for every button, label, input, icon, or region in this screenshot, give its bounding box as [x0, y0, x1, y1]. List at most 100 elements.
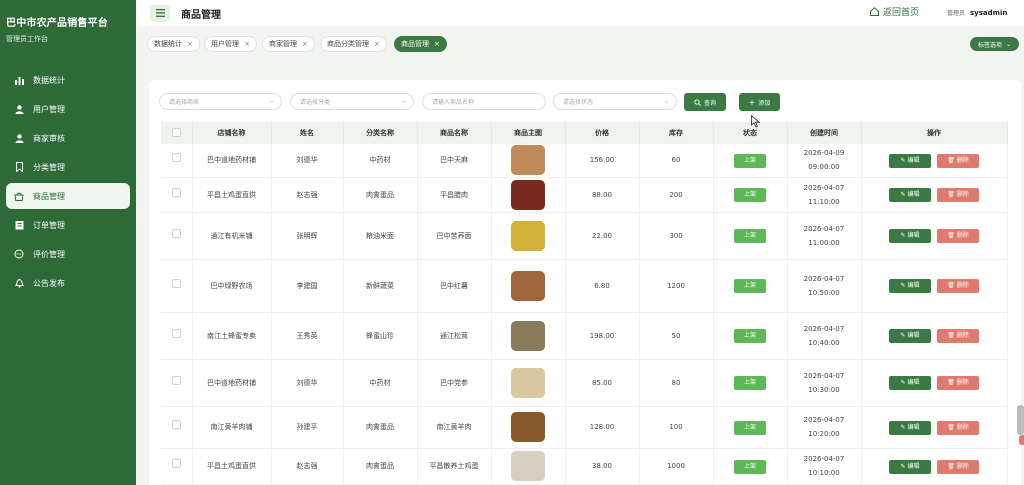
tab-products[interactable]: 商品管理 × — [394, 36, 447, 52]
price-cell: 38.00 — [565, 448, 640, 485]
edit-button[interactable]: ✎ 编辑 — [889, 459, 931, 474]
close-icon[interactable]: × — [434, 40, 440, 48]
delete-button[interactable]: 🗑 删除 — [937, 188, 979, 202]
person-name-cell: 赵志强 — [271, 177, 344, 213]
row-checkbox[interactable] — [171, 228, 181, 238]
tab-label: 商家管理 — [269, 40, 297, 48]
status-button[interactable]: 上架 — [734, 420, 766, 435]
floating-tab[interactable] — [1019, 435, 1024, 445]
person-name-cell: 刘德华 — [271, 144, 344, 178]
delete-button[interactable]: 🗑 删除 — [937, 229, 979, 243]
status-button[interactable]: 上架 — [734, 376, 766, 390]
product-name-input[interactable]: 请输入商品名称 — [422, 93, 546, 110]
tab-options-button[interactable]: 标签选项 ⌄ — [970, 37, 1020, 51]
close-icon[interactable]: × — [302, 40, 308, 48]
search-button[interactable]: 查询 — [684, 93, 726, 111]
row-select-cell — [161, 144, 193, 178]
row-checkbox[interactable] — [171, 420, 181, 429]
row-checkbox[interactable] — [171, 153, 181, 163]
home-link[interactable]: 返回首页 — [870, 5, 919, 18]
edit-button[interactable]: ✎ 编辑 — [889, 188, 931, 202]
user-menu[interactable]: 管理员 sysadmin — [947, 8, 1007, 18]
tab-product-categories[interactable]: 商品分类管理 × — [320, 36, 387, 52]
person-name-cell: 王秀英 — [271, 312, 344, 360]
category-select-placeholder: 请选择分类 — [300, 99, 331, 106]
edit-button[interactable]: ✎ 编辑 — [889, 229, 931, 243]
edit-label: 编辑 — [907, 379, 920, 386]
stock-cell: 300 — [639, 212, 714, 260]
status-button[interactable]: 上架 — [734, 229, 766, 243]
edit-button[interactable]: ✎ 编辑 — [889, 420, 931, 435]
category-cell: 新鲜蔬菜 — [343, 259, 418, 313]
row-select-cell — [161, 406, 193, 449]
delete-label: 删除 — [956, 191, 969, 198]
status-cell: 上架 — [713, 144, 788, 178]
status-button[interactable]: 上架 — [734, 188, 766, 202]
sidebar-item-products[interactable]: 商品管理 — [6, 183, 130, 209]
row-checkbox[interactable] — [171, 187, 181, 197]
row-checkbox[interactable] — [171, 459, 181, 468]
add-button[interactable]: + 添加 — [739, 93, 780, 111]
category-cell: 肉禽蛋品 — [343, 448, 418, 485]
menu-toggle-button[interactable] — [150, 4, 170, 22]
status-button[interactable]: 上架 — [734, 329, 766, 343]
edit-button[interactable]: ✎ 编辑 — [889, 153, 931, 168]
price-cell: 6.80 — [565, 259, 640, 313]
delete-label: 删除 — [956, 232, 969, 239]
row-checkbox[interactable] — [171, 278, 181, 288]
tab-merchants[interactable]: 商家管理 × — [262, 36, 315, 52]
row-checkbox[interactable] — [171, 375, 181, 385]
created-time-cell: 2026-04-07 10:20:00 — [787, 406, 862, 449]
sidebar-item-orders[interactable]: 订单管理 — [6, 212, 130, 238]
product-name-cell: 通江松茸 — [417, 312, 492, 360]
edit-button[interactable]: ✎ 编辑 — [889, 279, 931, 293]
edit-button[interactable]: ✎ 编辑 — [889, 329, 931, 343]
delete-button[interactable]: 🗑 删除 — [937, 376, 979, 390]
delete-button[interactable]: 🗑 删除 — [937, 329, 979, 343]
sidebar-item-merchant-review[interactable]: 商家审核 — [6, 125, 130, 151]
stock-cell: 60 — [639, 144, 714, 178]
product-image-cell — [491, 359, 566, 407]
column-header: 状态 — [713, 122, 788, 144]
status-select[interactable]: 请选择状态 ⌵ — [553, 93, 677, 110]
row-checkbox[interactable] — [171, 328, 181, 338]
delete-button[interactable]: 🗑 删除 — [937, 279, 979, 293]
status-button[interactable]: 上架 — [734, 459, 766, 474]
row-select-cell — [161, 312, 193, 360]
sidebar-item-label: 数据统计 — [33, 75, 65, 85]
category-select[interactable]: 请选择分类 ⌵ — [290, 93, 414, 110]
tab-statistics[interactable]: 数据统计 × — [147, 36, 200, 52]
tab-users[interactable]: 用户管理 × — [204, 36, 257, 52]
delete-button[interactable]: 🗑 删除 — [937, 153, 979, 168]
sidebar-item-users[interactable]: 用户管理 — [6, 96, 130, 122]
status-select-placeholder: 请选择状态 — [563, 99, 594, 106]
sidebar-item-categories[interactable]: 分类管理 — [6, 154, 130, 180]
sidebar-item-announcements[interactable]: 公告发布 — [6, 270, 130, 296]
edit-button[interactable]: ✎ 编辑 — [889, 376, 931, 390]
chevron-down-icon: ⌄ — [1006, 40, 1012, 48]
status-button[interactable]: 上架 — [734, 279, 766, 293]
merchant-select[interactable]: 请选择商家 ⌵ — [159, 93, 282, 110]
close-icon[interactable]: × — [244, 40, 250, 48]
brand: 巴中市农产品销售平台 管理员工作台 — [0, 0, 136, 44]
close-icon[interactable]: × — [187, 40, 193, 48]
actions-cell: ✎ 编辑 🗑 删除 — [861, 312, 1008, 360]
delete-button[interactable]: 🗑 删除 — [937, 420, 979, 435]
stock-cell: 1000 — [639, 448, 714, 485]
delete-button[interactable]: 🗑 删除 — [937, 459, 979, 474]
close-icon[interactable]: × — [374, 40, 380, 48]
sidebar-item-reviews[interactable]: 评价管理 — [6, 241, 130, 267]
status-button[interactable]: 上架 — [734, 153, 766, 168]
select-all-checkbox[interactable] — [171, 127, 181, 137]
tab-bar: 数据统计 × 用户管理 × 商家管理 × 商品分类管理 × 商品管理 × 标签选项 ⌄ — [136, 36, 1024, 54]
scrollbar[interactable] — [1017, 405, 1024, 435]
table-row: 通江有机米铺 张明辉 粮油米面 巴中苦荞面 22.00 300 上架 2026-04-07 1… — [161, 212, 1008, 260]
sidebar-item-statistics[interactable]: 数据统计 — [6, 67, 130, 93]
tab-label: 数据统计 — [154, 40, 182, 48]
edit-label: 编辑 — [907, 332, 920, 339]
bar-chart-icon — [14, 75, 24, 85]
table-row: 巴中道地药材铺 刘德华 中药材 巴中天麻 156.00 60 上架 2026-04-09 09… — [161, 144, 1008, 178]
price-cell: 22.00 — [565, 212, 640, 260]
product-name-cell: 平昌散养土鸡蛋 — [417, 448, 492, 485]
category-cell: 蜂蜜山珍 — [343, 312, 418, 360]
